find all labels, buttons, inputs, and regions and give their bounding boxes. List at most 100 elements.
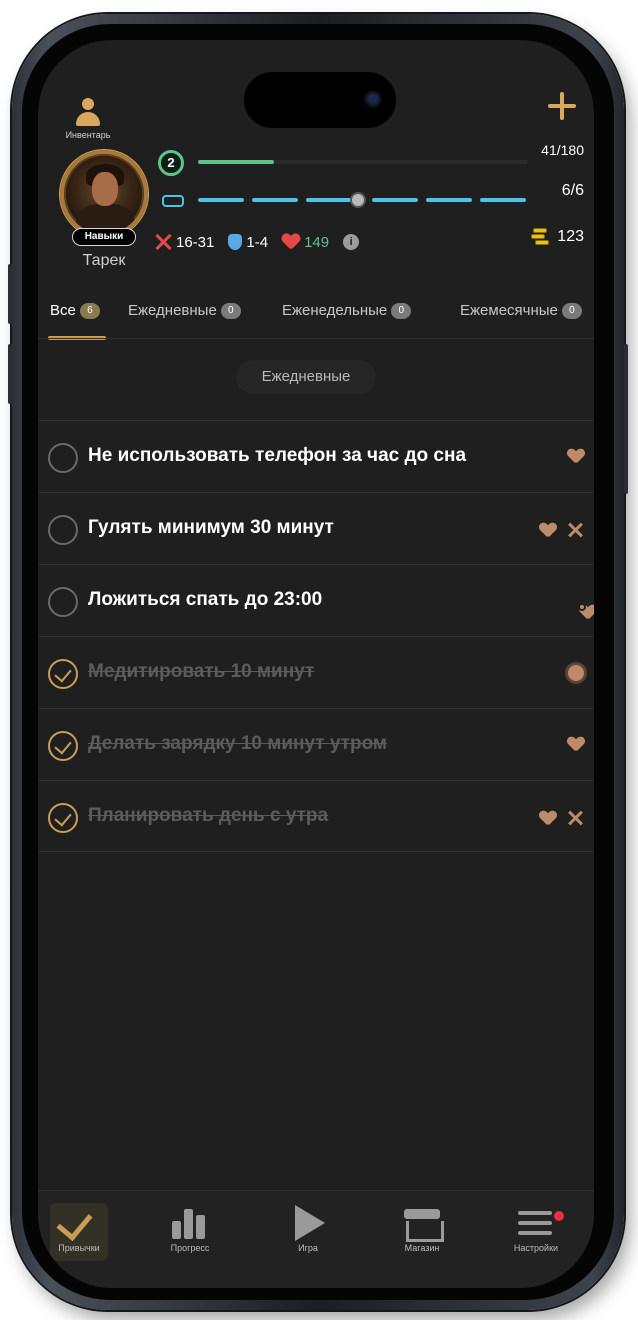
store-icon [382, 1203, 462, 1243]
tab-label: Ежедневные [128, 302, 217, 319]
heart-icon [540, 811, 556, 825]
energy-icon [162, 195, 184, 207]
energy-bar [198, 192, 528, 208]
xp-bar-fill [198, 160, 274, 164]
bar-chart-icon [150, 1203, 230, 1243]
crossed-swords-icon [566, 521, 584, 539]
hero-stats: 16-31 1-4 149 i [154, 230, 360, 254]
reward-icons [558, 737, 584, 751]
level-badge: 2 [158, 150, 186, 178]
habit-checkbox-checked[interactable] [48, 659, 78, 689]
nav-game[interactable]: Игра [268, 1203, 348, 1253]
tab-count-badge: 0 [391, 302, 412, 319]
tab-all[interactable]: Все 6 [50, 302, 100, 319]
tab-daily[interactable]: Ежедневные 0 [128, 302, 241, 319]
avatar [60, 150, 148, 238]
skills-button[interactable]: Навыки [72, 228, 136, 246]
play-icon [268, 1203, 348, 1243]
habit-row[interactable]: Медитировать 10 минут [38, 636, 594, 708]
habit-title: Делать зарядку 10 минут утром [88, 733, 387, 754]
energy-knob [350, 192, 366, 208]
habit-title: Гулять минимум 30 минут [88, 517, 334, 538]
habit-title: Ложиться спать до 23:00 [88, 589, 323, 610]
volume-up-button [8, 264, 12, 324]
person-icon [73, 98, 103, 128]
filter-tabs: Все 6 Ежедневные 0 Еженедельные 0 Ежемес… [38, 292, 594, 340]
dynamic-island [244, 72, 396, 128]
menu-icon [496, 1203, 576, 1243]
notification-dot [554, 1211, 564, 1221]
attack-stat: 16-31 [154, 233, 214, 251]
defense-value: 1-4 [246, 233, 269, 251]
habit-title: Медитировать 10 минут [88, 661, 315, 682]
volume-down-button [8, 344, 12, 404]
phone-frame: Инвентарь Навыки Тарек 2 41/180 6/6 16-3… [8, 14, 628, 1310]
habit-row[interactable]: Гулять минимум 30 минут [38, 492, 594, 564]
checkmark-icon [50, 1203, 108, 1243]
habit-checkbox[interactable] [48, 587, 78, 617]
heart-icon [540, 523, 556, 537]
nav-label: Прогресс [170, 1243, 210, 1253]
bottom-nav: Привычки Прогресс Игра Магазин Настройки [38, 1190, 594, 1288]
reward-icons [558, 449, 584, 463]
info-icon[interactable]: i [343, 234, 360, 250]
habit-title: Не использовать телефон за час до сна [88, 445, 467, 466]
gold-balance: 123 [529, 228, 584, 246]
habit-checkbox-checked[interactable] [48, 803, 78, 833]
nav-store[interactable]: Магазин [382, 1203, 462, 1253]
reward-icons [556, 593, 586, 611]
health-stat: 149 [282, 233, 329, 251]
heart-icon [568, 449, 584, 463]
tab-monthly[interactable]: Ежемесячные 0 [460, 302, 582, 319]
crossed-swords-icon [566, 809, 584, 827]
camera-icon [364, 90, 382, 108]
xp-bar [198, 160, 528, 164]
heart-gear-icon [566, 593, 586, 611]
nav-label: Игра [298, 1243, 318, 1253]
nav-label: Привычки [58, 1243, 100, 1253]
nav-progress[interactable]: Прогресс [150, 1203, 230, 1253]
gold-value: 123 [557, 228, 584, 245]
health-value: 149 [304, 233, 330, 251]
attack-value: 16-31 [176, 233, 215, 251]
defense-stat: 1-4 [228, 234, 268, 251]
level-value: 2 [158, 150, 184, 176]
app-screen: Инвентарь Навыки Тарек 2 41/180 6/6 16-3… [38, 40, 594, 1288]
habit-row[interactable]: Делать зарядку 10 минут утром [38, 708, 594, 780]
crossed-swords-icon [154, 233, 172, 251]
coins-icon [529, 228, 551, 246]
inventory-label: Инвентарь [65, 130, 111, 140]
inventory-button[interactable]: Инвентарь [52, 98, 124, 140]
nav-habits[interactable]: Привычки [50, 1203, 108, 1261]
reward-icons [530, 809, 584, 827]
nav-settings[interactable]: Настройки [496, 1203, 576, 1253]
habit-checkbox[interactable] [48, 515, 78, 545]
reward-icons [558, 665, 584, 681]
tab-label: Ежемесячные [460, 302, 558, 319]
habit-row[interactable]: Планировать день с утра [38, 780, 594, 852]
xp-text: 41/180 [541, 142, 584, 158]
nav-label: Настройки [513, 1243, 559, 1253]
power-button [624, 344, 628, 494]
hero-avatar[interactable] [60, 150, 148, 238]
habit-row[interactable]: Не использовать телефон за час до сна [38, 420, 594, 492]
habit-list: Не использовать телефон за час до сна Гу… [38, 420, 594, 852]
tab-label: Все [50, 302, 76, 319]
burst-icon [568, 665, 584, 681]
habit-checkbox[interactable] [48, 443, 78, 473]
tab-count-badge: 0 [220, 302, 241, 319]
heart-icon [568, 737, 584, 751]
tab-count-badge: 0 [561, 302, 582, 319]
tab-count-badge: 6 [79, 302, 100, 319]
shield-icon [228, 234, 243, 250]
hero-name: Тарек [82, 252, 126, 269]
habit-row[interactable]: Ложиться спать до 23:00 [38, 564, 594, 636]
tab-label: Еженедельные [282, 302, 388, 319]
energy-text: 6/6 [561, 182, 584, 199]
habit-checkbox-checked[interactable] [48, 731, 78, 761]
tab-weekly[interactable]: Еженедельные 0 [282, 302, 412, 319]
heart-icon [282, 233, 300, 251]
section-header: Ежедневные [236, 360, 376, 394]
divider [38, 338, 594, 339]
add-habit-button[interactable] [548, 92, 576, 120]
